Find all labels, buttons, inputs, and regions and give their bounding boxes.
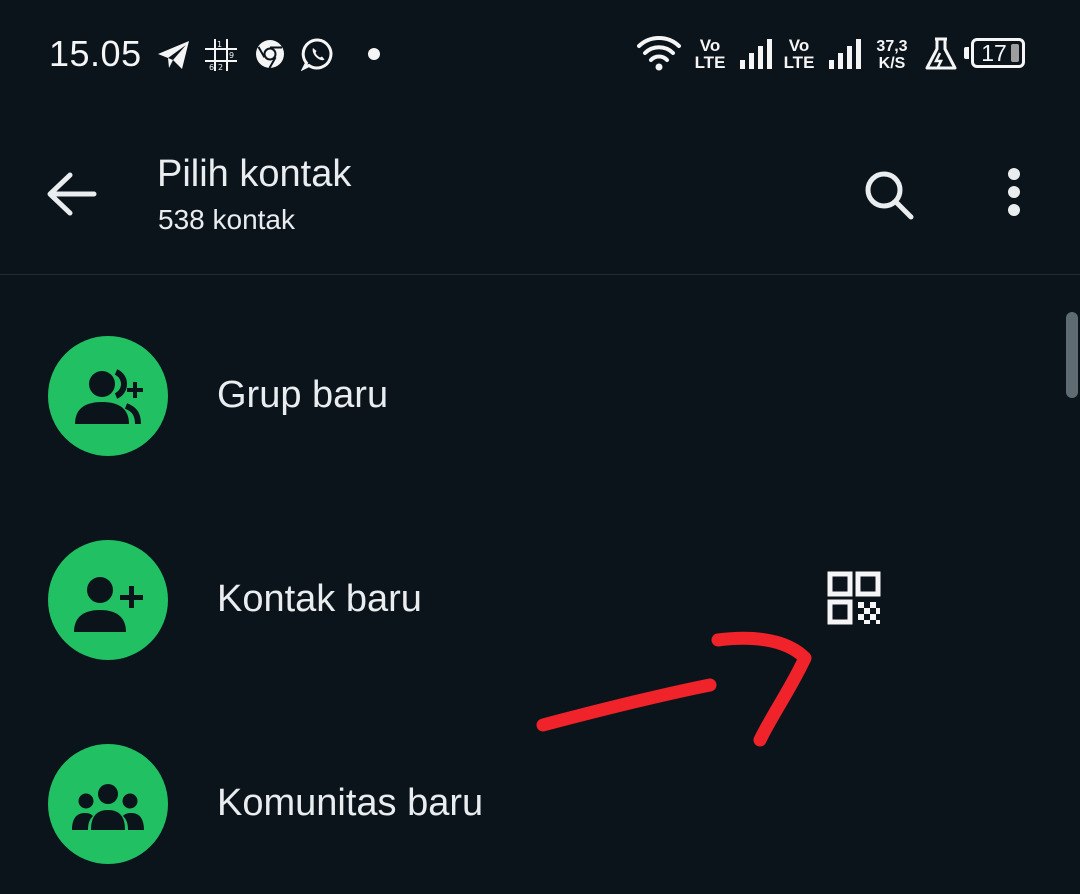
status-bar: 15.05 1 9 6 2 Vo LTE Vo LTE 37,3 K/S 17 [0,0,1080,110]
contact-count: 538 kontak [158,204,295,235]
group-add-icon [48,336,168,456]
sim2-volte-label: Vo LTE [783,36,815,72]
search-button[interactable] [856,162,922,228]
battery-cap [964,47,969,59]
list-item-label: Kontak baru [217,578,422,620]
chrome-icon [256,40,284,69]
search-icon [865,171,914,220]
svg-text:9: 9 [229,51,234,60]
telegram-icon [158,41,189,69]
whatsapp-icon [301,38,333,71]
scrollbar-thumb[interactable] [1066,312,1078,398]
person-add-icon [48,540,168,660]
list-item-label: Komunitas baru [217,782,484,824]
arrow-back-icon [47,172,97,216]
svg-text:6: 6 [209,63,214,72]
signal-icon-sim2 [829,39,861,69]
dot-icon [368,48,380,60]
back-button[interactable] [42,165,102,225]
svg-text:2: 2 [218,63,223,72]
list-item-new-group[interactable]: Grup baru [0,306,1060,486]
list-item-label: Grup baru [217,374,389,416]
page-title: Pilih kontak [157,153,352,195]
community-icon [48,744,168,864]
qr-code-icon [827,571,881,625]
status-time: 15.05 [49,33,142,74]
list-item-new-contact[interactable]: Kontak baru [0,510,1060,690]
lab-flask-icon [925,37,957,70]
more-vert-icon [1008,168,1020,216]
list-item-new-community[interactable]: Komunitas baru [0,714,1060,894]
app-bar: Pilih kontak 538 kontak [0,110,1080,275]
qr-code-button[interactable] [814,556,898,640]
wifi-icon [637,36,681,71]
battery-level: 17 [981,40,1007,66]
battery-icon: 17 [971,38,1025,68]
signal-icon-sim1 [740,39,772,69]
svg-text:1: 1 [217,40,222,49]
sim1-volte-label: Vo LTE [694,36,726,72]
network-speed: 37,3 K/S [876,38,908,72]
sudoku-icon: 1 9 6 2 [205,39,237,72]
more-options-button[interactable] [990,162,1038,228]
